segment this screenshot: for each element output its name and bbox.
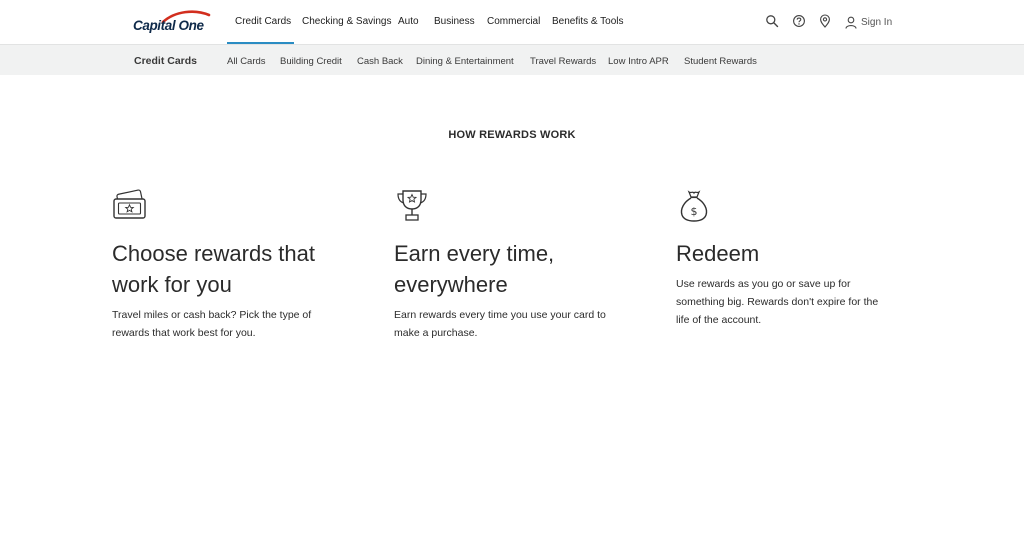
money-bag-icon: $ [680,190,708,222]
column-body: Travel miles or cash back? Pick the type… [112,306,348,342]
column-body: Use rewards as you go or save up for som… [676,275,912,329]
column-title-line-1: Earn every time, [394,241,555,266]
column-title-line-1: Choose rewards that [112,241,315,266]
nav-checking-savings[interactable]: Checking & Savings [302,16,392,27]
column-body-line-2: make a purchase. [394,327,478,339]
column-title-line-2: everywhere [394,272,508,297]
help-icon[interactable] [792,14,806,28]
search-icon[interactable] [765,14,779,28]
column-title: Choose rewards that work for you [112,238,352,300]
column-title-line-1: Redeem [676,241,760,266]
column-body-line-1: Earn rewards every time you use your car… [394,309,606,321]
svg-text:$: $ [691,205,698,218]
nav-commercial[interactable]: Commercial [487,16,540,27]
subnav-dining-entertainment[interactable]: Dining & Entertainment [416,56,514,67]
nav-auto[interactable]: Auto [398,16,419,27]
rewards-column-redeem: $ Redeem Use rewards as you go or save u… [676,188,916,326]
nav-business[interactable]: Business [434,16,475,27]
sign-in-label: Sign In [861,16,893,28]
nav-credit-cards[interactable]: Credit Cards [235,16,291,27]
rewards-column-earn: Earn every time, everywhere Earn rewards… [394,188,634,339]
user-icon [845,16,857,29]
logo-text: Capital One [133,18,204,33]
column-title: Redeem [676,238,916,269]
subnav-all-cards[interactable]: All Cards [227,56,266,67]
column-body: Earn rewards every time you use your car… [394,306,630,342]
rewards-column-choose: Choose rewards that work for you Travel … [112,188,352,339]
nav-benefits-tools[interactable]: Benefits & Tools [552,16,624,27]
subnav-building-credit[interactable]: Building Credit [280,56,342,67]
column-body-line-1: Use rewards as you go or save up for [676,278,851,290]
subnav-travel-rewards[interactable]: Travel Rewards [530,56,596,67]
column-title-line-2: work for you [112,272,232,297]
column-body-line-1: Travel miles or cash back? Pick the type… [112,309,312,321]
trophy-icon [397,190,427,221]
sign-in-button[interactable]: Sign In [845,14,892,30]
column-body-line-2: rewards that work best for you. [112,327,256,339]
subnav-cash-back[interactable]: Cash Back [357,56,403,67]
subnav-student-rewards[interactable]: Student Rewards [684,56,757,67]
column-body-line-3: life of the account. [676,314,762,326]
subnav-low-intro-apr[interactable]: Low Intro APR [608,56,669,67]
sub-nav: Credit Cards All Cards Building Credit C… [0,44,1024,75]
subnav-title: Credit Cards [134,55,198,67]
column-title: Earn every time, everywhere [394,238,634,300]
section-heading: HOW REWARDS WORK [448,129,576,141]
capital-one-logo[interactable]: Capital One [133,10,211,36]
location-pin-icon[interactable] [818,14,832,28]
column-body-line-2: something big. Rewards don't expire for … [676,296,879,308]
rewards-ticket-icon [113,189,146,219]
top-nav: Capital One Credit Cards Checking & Savi… [0,0,1024,44]
